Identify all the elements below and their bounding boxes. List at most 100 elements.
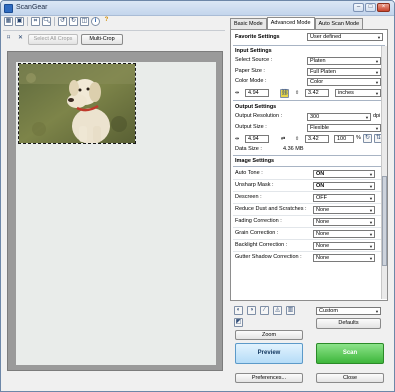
image-setting-label: Backlight Correction : (235, 242, 288, 248)
help-icon[interactable]: ? (102, 17, 111, 26)
output-size-value: Flexible (310, 125, 329, 131)
image-setting-label: Fading Correction : (235, 218, 282, 224)
image-setting-select[interactable]: ON ▼ (313, 170, 375, 178)
row-divider (233, 203, 381, 204)
image-setting-select[interactable]: OFF ▼ (313, 194, 375, 202)
image-setting-value: None (316, 255, 330, 261)
crop-frame[interactable] (18, 63, 136, 144)
crop-icon[interactable]: ⌗ (31, 17, 40, 26)
chevron-down-icon: ▼ (365, 115, 369, 120)
output-width-field[interactable]: 4.94 (245, 135, 269, 143)
image-setting-value: OFF (316, 195, 327, 201)
tone-preset-select[interactable]: Custom ▼ (316, 307, 381, 315)
scrollbar-thumb[interactable] (382, 176, 387, 266)
crop-frame-icon[interactable]: ⌑ (4, 35, 13, 44)
defaults-button[interactable]: Defaults (316, 318, 381, 329)
aspect-ratio-lock-icon[interactable]: ⛓ (280, 89, 289, 98)
toolbar-divider (3, 30, 225, 31)
final-review-icon[interactable]: ◬ (273, 306, 282, 315)
title-bar: ScanGear – □ × (1, 1, 394, 16)
thumbnail-icon[interactable]: ▦ (4, 17, 13, 26)
zoom-button[interactable]: Zoom (235, 330, 303, 340)
output-resolution-value: 300 (310, 114, 320, 120)
input-width-field[interactable]: 4.94 (245, 89, 269, 97)
window-title: ScanGear (16, 4, 48, 11)
image-setting-select[interactable]: ON ▼ (313, 182, 375, 190)
image-setting-value: None (316, 243, 330, 249)
image-setting-value: ON (316, 171, 325, 177)
color-mode-select[interactable]: Color ▼ (307, 78, 381, 86)
preview-button[interactable]: Preview (235, 343, 303, 364)
maximize-button[interactable]: □ (365, 3, 376, 12)
zoom-icon[interactable]: 🔍︎ (42, 17, 51, 26)
image-setting-select[interactable]: None ▼ (313, 242, 375, 250)
preferences-button[interactable]: Preferences... (235, 373, 303, 383)
window-controls: – □ × (353, 3, 390, 12)
output-resolution-select[interactable]: 300 ▼ (307, 113, 371, 121)
image-setting-select[interactable]: None ▼ (313, 206, 375, 214)
auto-crop-icon[interactable]: ◫ (80, 17, 89, 26)
tab-basic-mode[interactable]: Basic Mode (230, 18, 267, 29)
chevron-down-icon: ▼ (369, 244, 373, 249)
image-setting-label: Reduce Dust and Scratches : (235, 206, 307, 212)
tone-preset-value: Custom (319, 308, 338, 314)
output-settings-title: Output Settings (235, 104, 277, 110)
multi-crop-button[interactable]: Multi-Crop (81, 33, 123, 45)
image-setting-value: None (316, 219, 330, 225)
color-mode-value: Color (310, 79, 324, 85)
output-size-select[interactable]: Flexible ▼ (307, 124, 381, 132)
preview-platen[interactable] (16, 62, 216, 365)
image-setting-label: Gutter Shadow Correction : (235, 254, 302, 260)
app-icon (4, 4, 13, 13)
swap-icon[interactable]: ⇄ (281, 135, 285, 143)
scan-button[interactable]: Scan (316, 343, 384, 364)
chevron-down-icon: ▼ (375, 91, 379, 96)
unit-select[interactable]: inches ▼ (335, 89, 381, 97)
favorite-settings-label: Favorite Settings (235, 34, 280, 40)
select-all-crops-button[interactable]: Select All Crops (28, 33, 78, 45)
width-icon: ⇹ (235, 90, 240, 96)
chevron-down-icon: ▼ (375, 309, 379, 314)
favorite-settings-select[interactable]: User defined ▼ (307, 33, 383, 41)
divider (233, 166, 381, 167)
image-setting-select[interactable]: None ▼ (313, 218, 375, 226)
toolbar-separator (54, 17, 55, 26)
rotate-right-icon[interactable]: ↻ (69, 17, 78, 26)
histogram-icon[interactable]: ◑ (247, 306, 256, 315)
chevron-down-icon: ▼ (375, 70, 379, 75)
tab-auto-scan-mode[interactable]: Auto Scan Mode (314, 18, 364, 29)
chevron-down-icon: ▼ (369, 220, 373, 225)
info-icon[interactable]: i (91, 17, 100, 26)
divider (233, 45, 385, 46)
settings-scrollbar[interactable] (381, 46, 387, 299)
tab-advanced-mode[interactable]: Advanced Mode (266, 17, 315, 29)
image-setting-label: Descreen : (235, 194, 262, 200)
row-divider (233, 191, 381, 192)
image-setting-value: None (316, 231, 330, 237)
preview-area (7, 51, 223, 371)
tone-curve-icon[interactable]: ∕ (260, 306, 269, 315)
unit-value: inches (338, 90, 354, 96)
close-window-button[interactable]: × (377, 3, 390, 12)
paper-size-select[interactable]: Full Platen ▼ (307, 68, 381, 76)
data-size-value: 4.36 MB (283, 146, 304, 152)
minimize-button[interactable]: – (353, 3, 364, 12)
select-source-value: Platen (310, 58, 326, 64)
select-source-select[interactable]: Platen ▼ (307, 57, 381, 65)
image-setting-select[interactable]: None ▼ (313, 254, 375, 262)
monochrome-icon[interactable]: ◩ (234, 318, 243, 327)
input-height-field[interactable]: 3.42 (305, 89, 329, 97)
reset-scale-icon[interactable]: ↻ (363, 134, 372, 143)
settings-panel: Basic Mode Advanced Mode Auto Scan Mode … (230, 17, 390, 390)
rotate-left-icon[interactable]: ↺ (58, 17, 67, 26)
threshold-icon[interactable]: ▥ (286, 306, 295, 315)
clear-crop-icon[interactable]: ✕ (16, 35, 25, 44)
image-setting-select[interactable]: None ▼ (313, 230, 375, 238)
close-button[interactable]: Close (316, 373, 384, 383)
whole-image-icon[interactable]: ▣ (15, 17, 24, 26)
scale-field[interactable]: 100 (334, 135, 354, 143)
image-setting-label: Unsharp Mask : (235, 182, 274, 188)
data-size-label: Data Size : (235, 146, 262, 152)
brightness-contrast-icon[interactable]: ◐ (234, 306, 243, 315)
output-height-field[interactable]: 3.42 (305, 135, 329, 143)
